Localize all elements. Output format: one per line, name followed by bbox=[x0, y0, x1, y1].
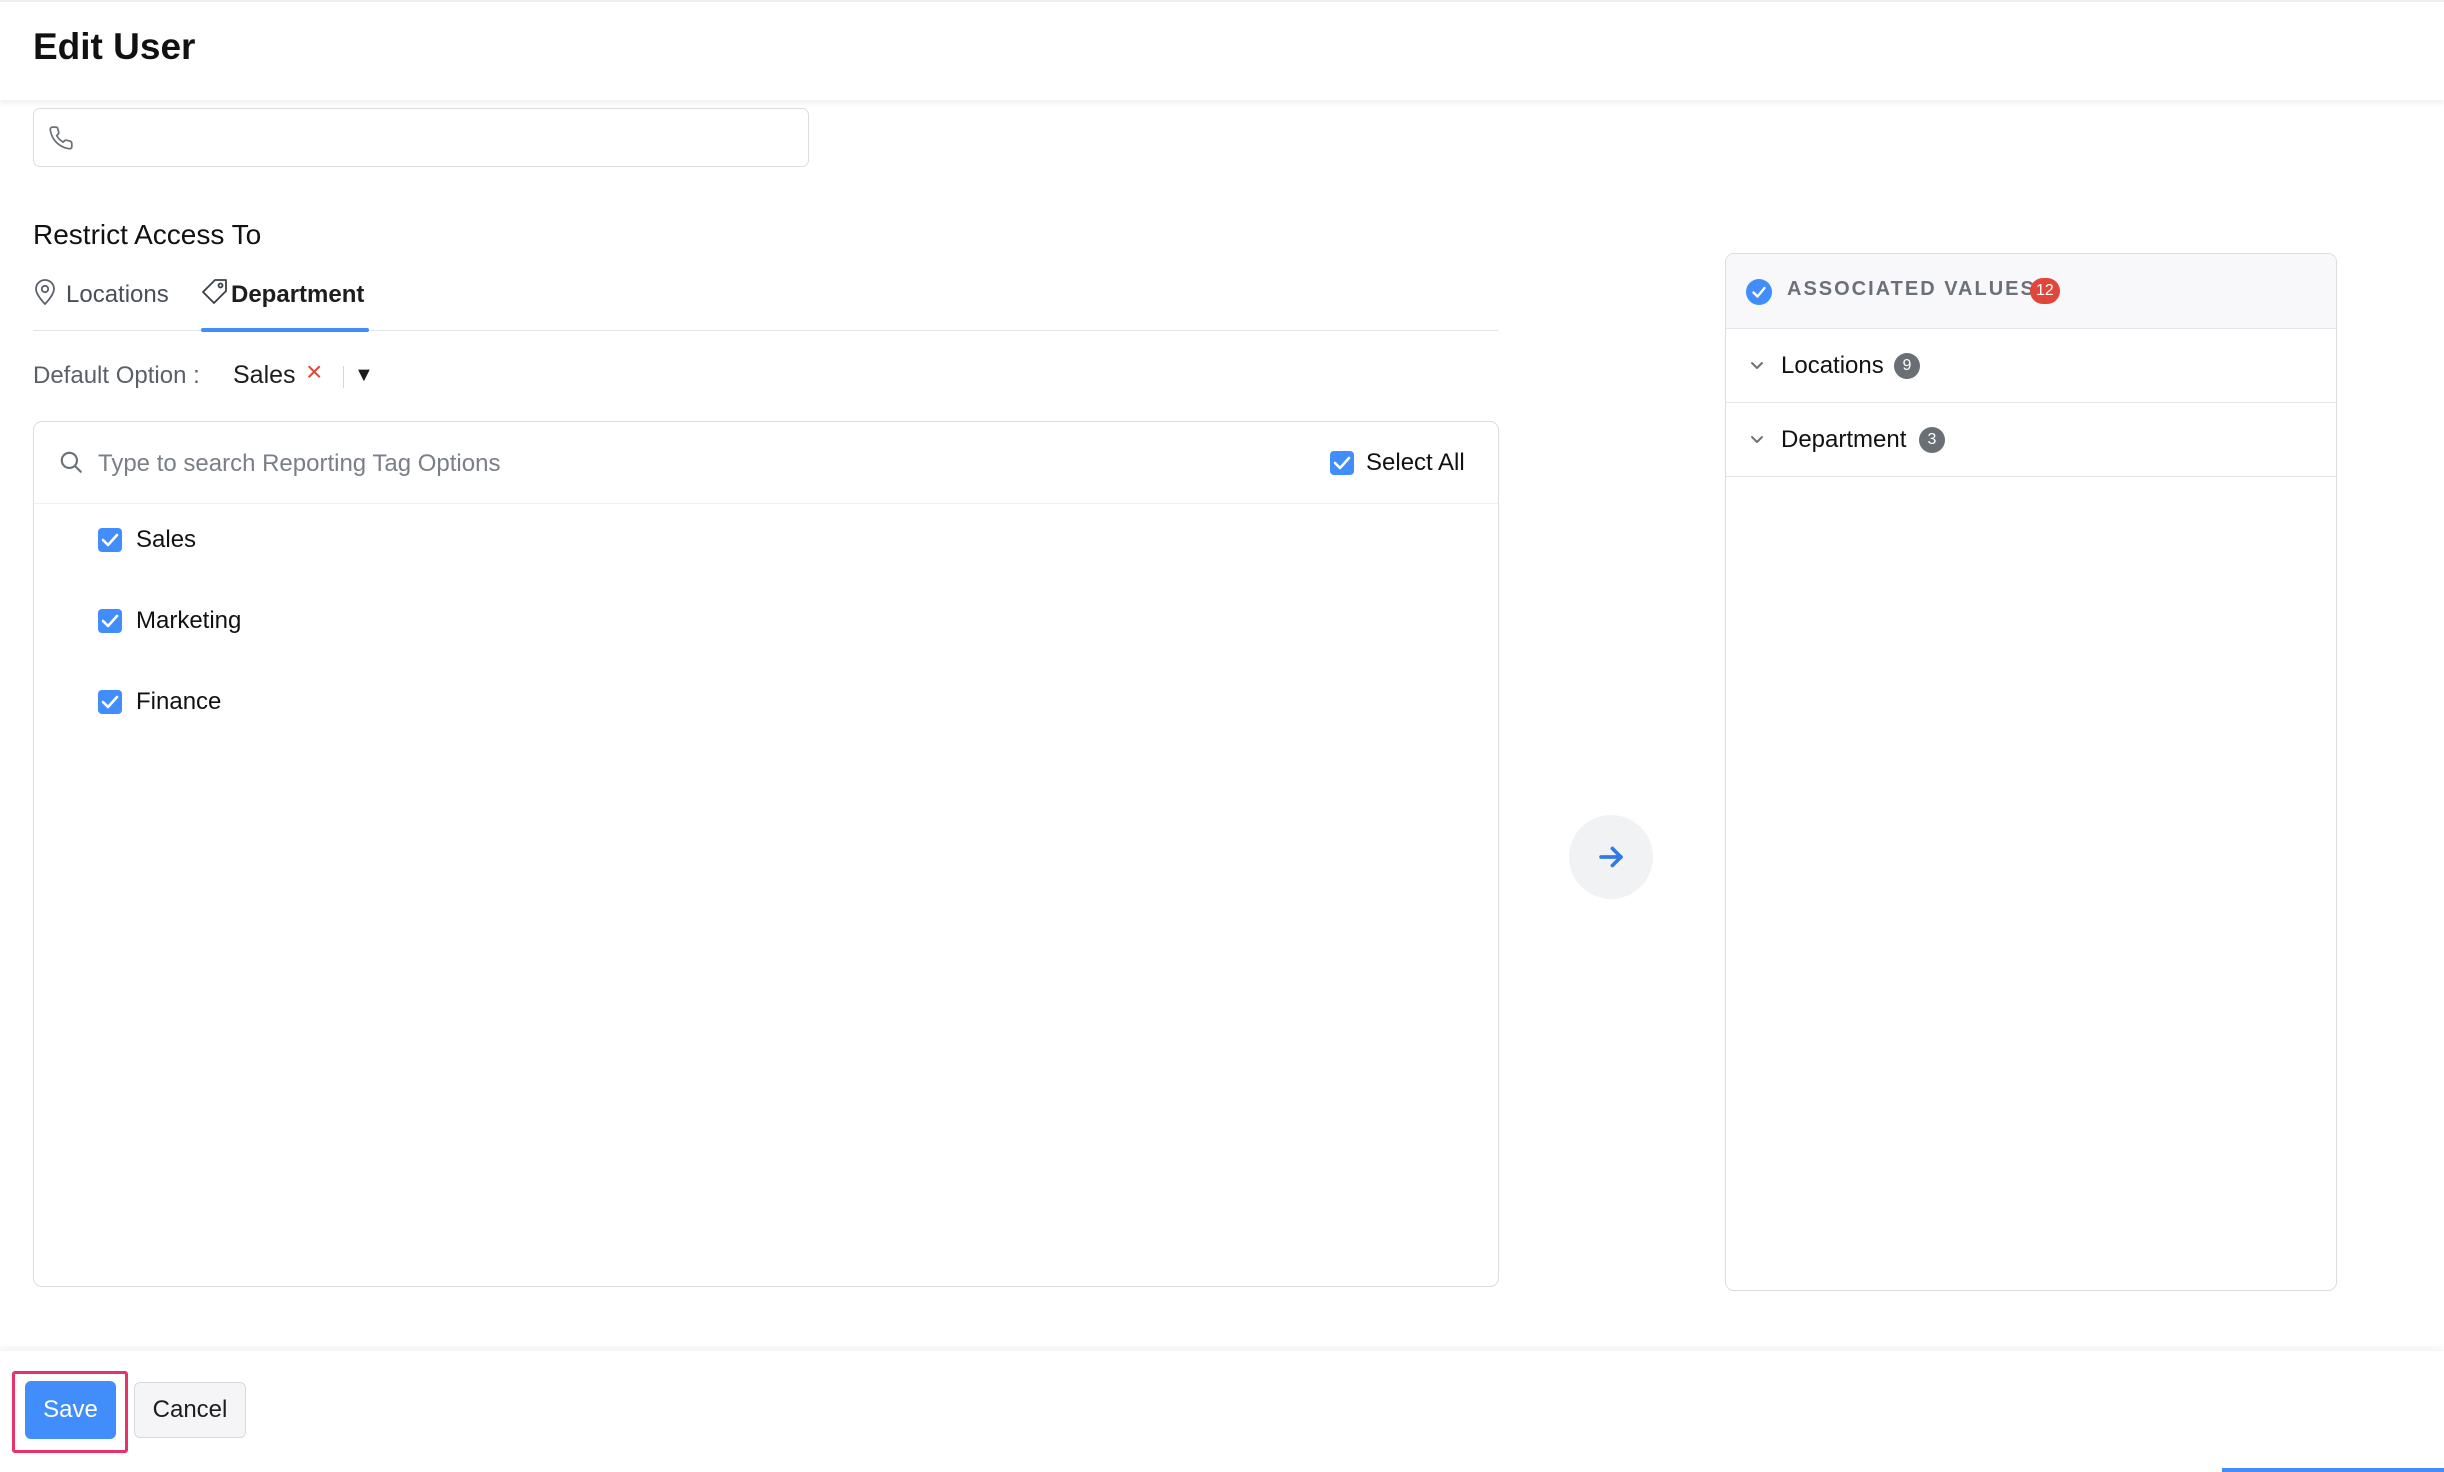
select-all-check-icon bbox=[1330, 451, 1354, 475]
associated-group-department[interactable]: Department 3 bbox=[1726, 402, 2336, 477]
tab-locations[interactable]: Locations bbox=[33, 270, 183, 330]
default-option-value[interactable]: Sales bbox=[233, 361, 296, 390]
associated-values-panel: ASSOCIATED VALUES 12 Locations 9 Departm… bbox=[1725, 253, 2337, 1291]
active-tab-indicator bbox=[201, 328, 369, 332]
phone-field[interactable] bbox=[33, 108, 809, 167]
save-button[interactable]: Save bbox=[25, 1381, 116, 1439]
page-header: Edit User bbox=[0, 0, 2444, 100]
associated-values-title: ASSOCIATED VALUES bbox=[1787, 278, 2036, 300]
tab-department-label: Department bbox=[231, 281, 365, 308]
chevron-down-icon bbox=[1751, 362, 1763, 369]
option-label: Sales bbox=[136, 526, 197, 553]
restrict-tabs: Locations Department bbox=[33, 270, 1498, 332]
check-circle-icon bbox=[1746, 279, 1772, 305]
checkbox-checked-icon bbox=[98, 690, 122, 714]
associated-group-label: Locations bbox=[1781, 352, 1884, 379]
phone-icon bbox=[49, 126, 73, 150]
associated-group-count: 3 bbox=[1919, 427, 1945, 453]
tab-department[interactable]: Department bbox=[201, 270, 369, 332]
tag-icon bbox=[202, 279, 227, 304]
location-pin-icon bbox=[35, 279, 55, 306]
option-finance[interactable]: Finance bbox=[98, 686, 498, 718]
default-option-label: Default Option : bbox=[33, 362, 200, 389]
associated-group-label: Department bbox=[1781, 426, 1907, 453]
options-search-row: Select All bbox=[34, 422, 1498, 504]
cancel-button[interactable]: Cancel bbox=[134, 1382, 246, 1438]
arrow-right-icon bbox=[1599, 846, 1623, 868]
option-sales[interactable]: Sales bbox=[98, 524, 498, 556]
chevron-down-icon bbox=[1751, 436, 1763, 443]
dropdown-caret-icon[interactable]: ▼ bbox=[354, 364, 374, 387]
associated-group-locations[interactable]: Locations 9 bbox=[1726, 328, 2336, 403]
page-title: Edit User bbox=[33, 26, 196, 67]
reporting-tag-options-panel: Select All Sales Marketing Finance bbox=[33, 421, 1499, 1287]
tab-locations-label: Locations bbox=[66, 281, 169, 308]
option-marketing[interactable]: Marketing bbox=[98, 605, 498, 637]
checkbox-checked-icon bbox=[98, 528, 122, 552]
default-option-separator bbox=[343, 366, 344, 388]
associated-group-count: 9 bbox=[1894, 353, 1920, 379]
search-icon bbox=[60, 451, 82, 473]
select-all-label: Select All bbox=[1366, 449, 1465, 476]
option-label: Finance bbox=[136, 688, 222, 715]
scroll-indicator bbox=[2222, 1468, 2444, 1472]
add-selected-button[interactable] bbox=[1569, 815, 1653, 899]
options-search-input[interactable] bbox=[96, 444, 720, 484]
restrict-access-title: Restrict Access To bbox=[33, 219, 262, 250]
clear-default-icon[interactable]: × bbox=[306, 356, 322, 388]
associated-values-header: ASSOCIATED VALUES 12 bbox=[1726, 254, 2336, 329]
form-footer: Save Cancel bbox=[0, 1351, 2444, 1472]
associated-count-badge: 12 bbox=[2030, 278, 2060, 304]
option-label: Marketing bbox=[136, 607, 242, 634]
checkbox-checked-icon bbox=[98, 609, 122, 633]
